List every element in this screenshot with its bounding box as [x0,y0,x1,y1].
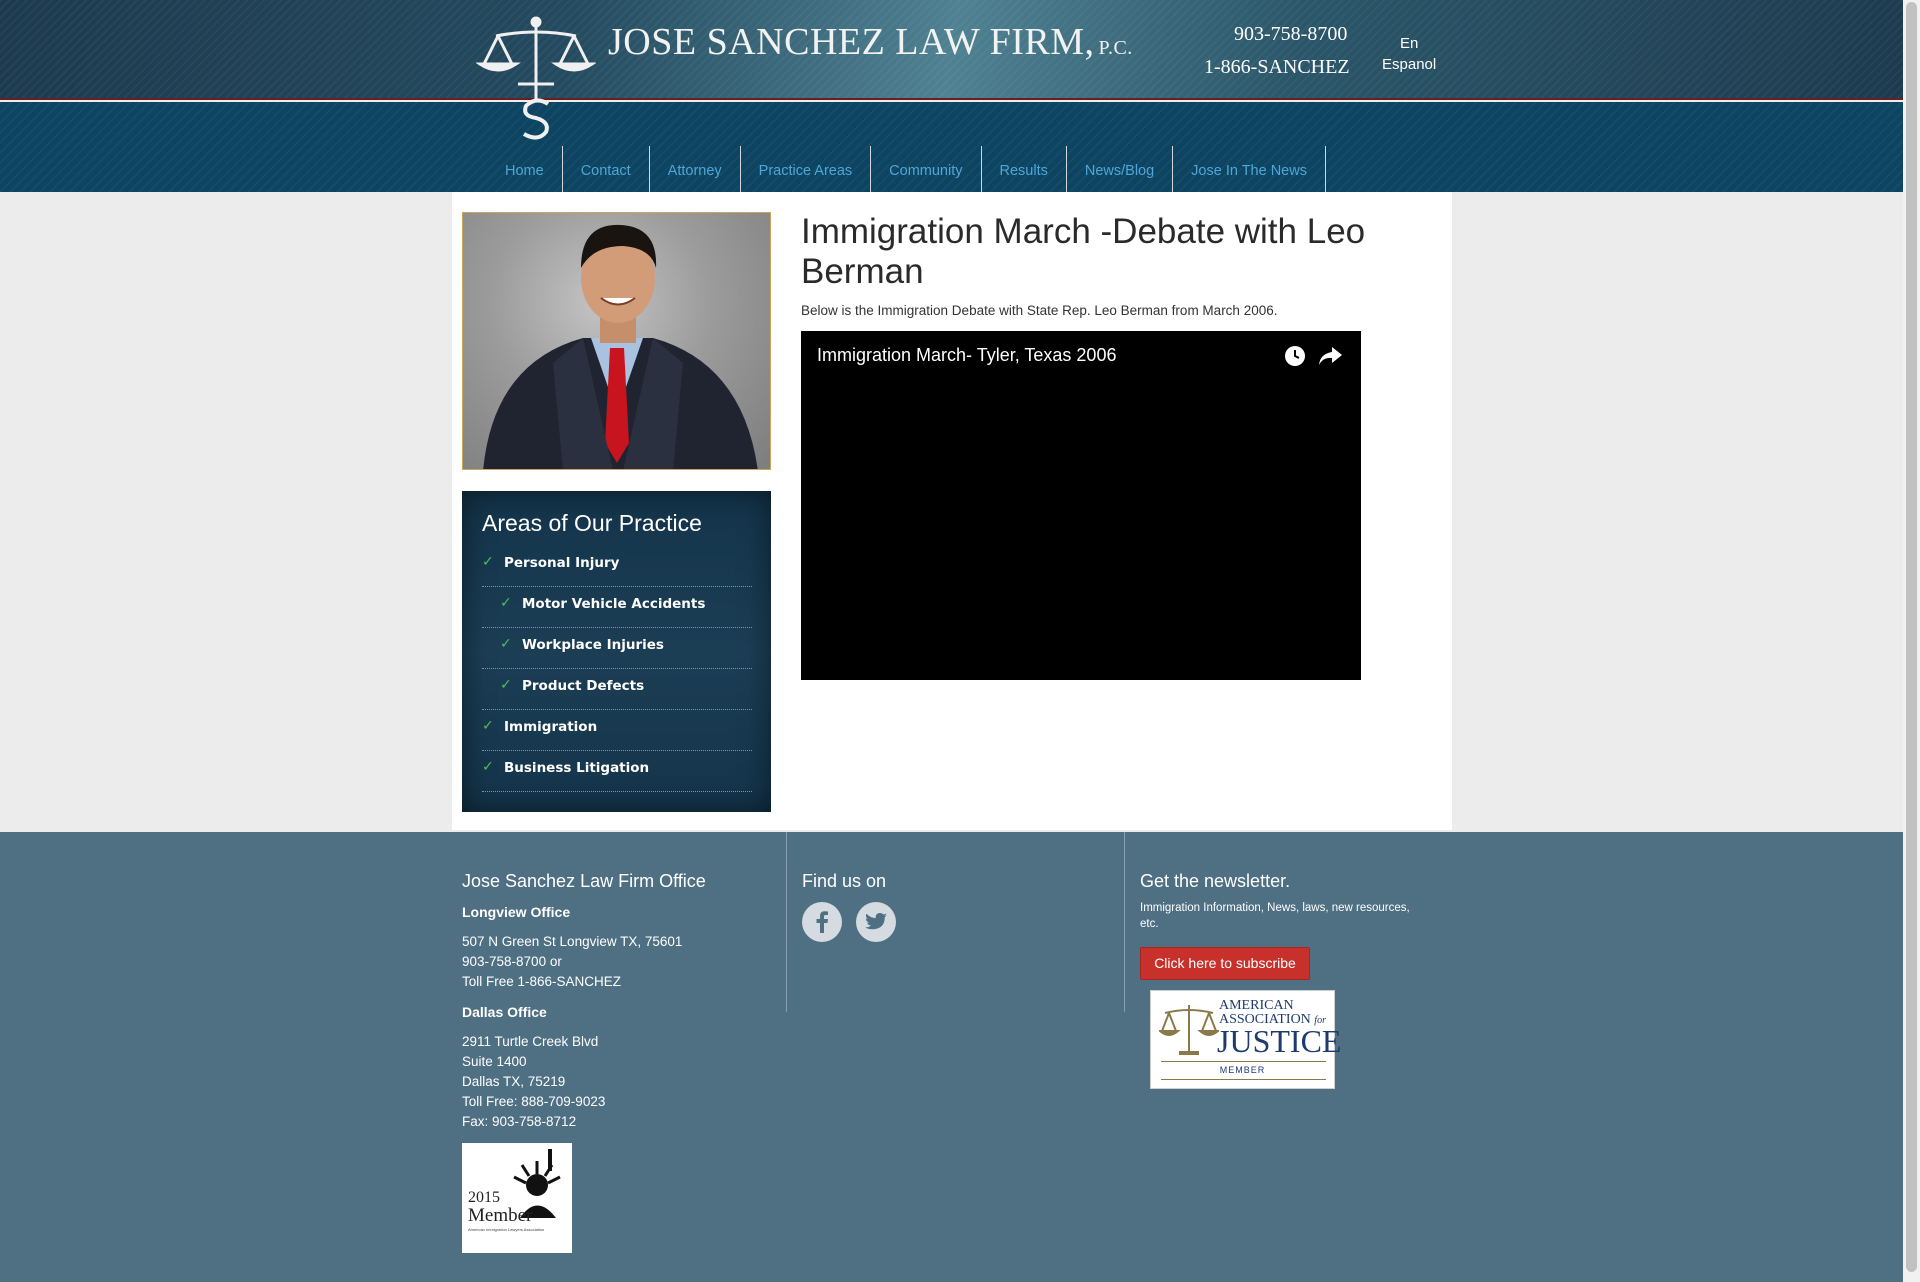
dallas-fax: Fax: 903-758-8712 [462,1114,577,1129]
video-title[interactable]: Immigration March- Tyler, Texas 2006 [817,345,1116,366]
article-title: Immigration March -Debate with Leo Berma… [801,212,1366,291]
check-icon: ✓ [482,554,494,570]
aaj-member-badge[interactable]: AMERICAN ASSOCIATION for JUSTICE MEMBER [1150,990,1341,1089]
nav-jose-in-the-news[interactable]: Jose In The News [1173,146,1326,192]
aila-org: American Immigration Lawyers Association [468,1227,545,1232]
aaj-divider [1161,1079,1326,1080]
firm-name[interactable]: JOSE SANCHEZ LAW FIRM, P.C. [608,20,1133,64]
find-us-title: Find us on [802,871,887,891]
footer [0,832,1903,1282]
practice-item-label: Business Litigation [504,760,650,776]
scales-logo-icon[interactable] [476,14,596,144]
practice-item-motor-vehicle-accidents[interactable]: ✓ Motor Vehicle Accidents [482,587,752,628]
scales-icon [1159,1005,1219,1055]
nav-news-blog[interactable]: News/Blog [1067,146,1174,192]
aila-member-text: Member [468,1205,533,1226]
practice-item-label: Motor Vehicle Accidents [522,596,706,612]
practice-areas-title: Areas of Our Practice [482,510,702,536]
check-icon: ✓ [500,677,512,693]
attorney-portrait-illustration [483,224,758,469]
check-icon: ✓ [482,718,494,734]
check-icon: ✓ [500,636,512,652]
language-spanish-link[interactable]: Espanol [1382,56,1436,73]
practice-item-personal-injury[interactable]: ✓ Personal Injury [482,546,752,587]
practice-item-label: Immigration [504,719,598,735]
twitter-icon[interactable] [856,902,896,942]
scrollbar-thumb[interactable] [1906,2,1917,1272]
longview-phone: 903-758-8700 or [462,954,562,969]
main-nav: Home Contact Attorney Practice Areas Com… [488,146,1326,192]
practice-item-business-litigation[interactable]: ✓ Business Litigation [482,751,752,792]
footer-divider [1124,832,1125,1012]
newsletter-description-line2: etc. [1140,918,1159,930]
practice-item-workplace-injuries[interactable]: ✓ Workplace Injuries [482,628,752,669]
language-english-link[interactable]: En [1400,35,1418,52]
nav-community[interactable]: Community [871,146,982,192]
aaj-divider [1161,1061,1326,1062]
facebook-icon[interactable] [802,902,842,942]
check-icon: ✓ [482,759,494,775]
aila-member-badge: 2015 Member American Immigration Lawyers… [462,1143,572,1253]
dallas-address-line3: Dallas TX, 75219 [462,1074,566,1089]
practice-item-label: Product Defects [522,678,645,694]
dallas-address-line1: 2911 Turtle Creek Blvd [462,1034,599,1049]
nav-home[interactable]: Home [488,146,563,192]
practice-areas-box: Areas of Our Practice ✓ Personal Injury … [462,491,771,812]
practice-item-label: Personal Injury [504,555,620,571]
nav-results[interactable]: Results [982,146,1067,192]
aaj-member: MEMBER [1219,1065,1266,1075]
firm-suffix: P.C. [1098,37,1133,59]
nav-practice-areas[interactable]: Practice Areas [741,146,872,192]
share-icon[interactable] [1317,344,1343,368]
dallas-toll-free: Toll Free: 888-709-9023 [462,1094,606,1109]
vertical-scrollbar[interactable] [1903,0,1920,1282]
aaj-line1: AMERICAN [1219,998,1294,1013]
longview-office-title: Longview Office [462,904,571,920]
practice-item-product-defects[interactable]: ✓ Product Defects [482,669,752,710]
attorney-photo [462,212,771,470]
nav-attorney[interactable]: Attorney [650,146,741,192]
office-title: Jose Sanchez Law Firm Office [462,871,706,891]
dallas-office-title: Dallas Office [462,1004,547,1020]
article-intro: Below is the Immigration Debate with Sta… [801,303,1278,318]
longview-toll-free: Toll Free 1-866-SANCHEZ [462,974,622,989]
clock-icon[interactable] [1283,344,1307,368]
newsletter-title: Get the newsletter. [1140,871,1291,891]
firm-name-text: JOSE SANCHEZ LAW FIRM, [608,21,1095,63]
nav-contact[interactable]: Contact [563,146,650,192]
footer-divider [786,832,787,1012]
video-player[interactable]: Immigration March- Tyler, Texas 2006 [801,331,1361,680]
newsletter-description-line1: Immigration Information, News, laws, new… [1140,902,1410,914]
practice-item-immigration[interactable]: ✓ Immigration [482,710,752,751]
header-phone[interactable]: 903-758-8700 [1234,23,1347,46]
aaj-line3: JUSTICE [1217,1023,1342,1059]
practice-item-label: Workplace Injuries [522,637,664,653]
header-toll-free[interactable]: 1-866-SANCHEZ [1204,56,1350,79]
subscribe-button[interactable]: Click here to subscribe [1140,947,1310,980]
longview-address: 507 N Green St Longview TX, 75601 [462,934,683,949]
check-icon: ✓ [500,595,512,611]
dallas-address-line2: Suite 1400 [462,1054,527,1069]
